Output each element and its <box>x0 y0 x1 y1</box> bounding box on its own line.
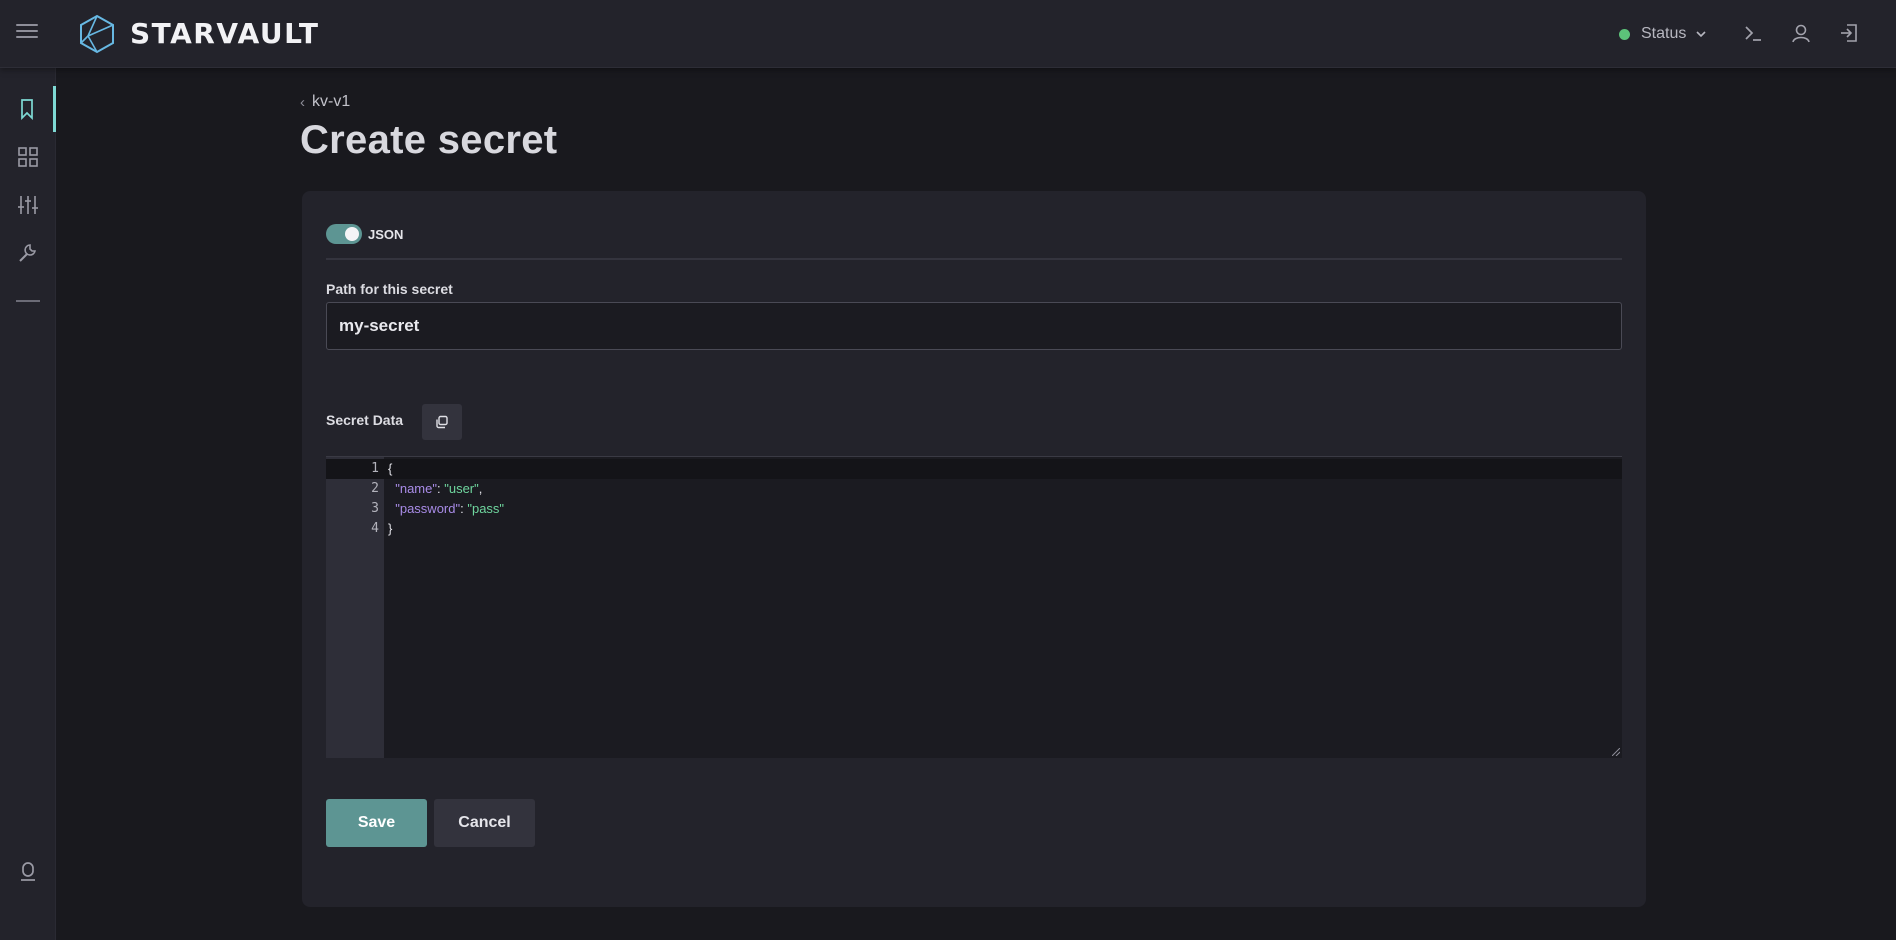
copy-icon <box>436 415 448 429</box>
editor-line: 3 "password": "pass" <box>326 499 1622 519</box>
line-code: } <box>388 521 393 536</box>
sign-out-icon[interactable] <box>1838 22 1860 44</box>
path-input[interactable] <box>326 302 1622 350</box>
breadcrumb-link[interactable]: kv-v1 <box>312 93 350 111</box>
editor-line: 1 { <box>326 459 1622 479</box>
user-icon[interactable] <box>1790 22 1812 44</box>
json-toggle-label: JSON <box>368 226 404 242</box>
cancel-button[interactable]: Cancel <box>434 799 535 847</box>
starvault-logo-icon[interactable] <box>78 14 116 54</box>
chevron-left-icon: ‹ <box>300 93 305 111</box>
bookmark-icon <box>20 99 33 120</box>
toggle-knob <box>345 227 359 241</box>
secret-data-label: Secret Data <box>326 412 404 428</box>
json-comma: , <box>478 481 483 496</box>
line-number: 4 <box>371 521 379 536</box>
menu-icon[interactable] <box>16 24 38 42</box>
status-indicator <box>1619 28 1630 40</box>
line-number: 3 <box>371 501 379 516</box>
json-toggle[interactable] <box>326 224 362 244</box>
page-title: Create secret <box>300 118 558 162</box>
editor-line: 2 "name": "user", <box>326 479 1622 499</box>
breadcrumb[interactable]: ‹ kv-v1 <box>300 92 350 112</box>
json-key: "name" <box>395 481 437 496</box>
sidebar-item-secrets[interactable] <box>0 86 56 132</box>
json-toggle-row: JSON <box>326 223 403 245</box>
form-divider <box>326 258 1622 260</box>
line-code: "password": "pass" <box>388 499 504 519</box>
brand-name: STARVAULT <box>130 17 320 50</box>
line-code: "name": "user", <box>388 479 482 499</box>
line-number: 2 <box>371 481 379 496</box>
sliders-icon <box>18 196 38 214</box>
resize-handle-icon[interactable] <box>1612 748 1620 756</box>
sidebar-item-dashboard[interactable] <box>0 134 56 180</box>
chevron-down-icon <box>1696 31 1706 38</box>
status-dropdown[interactable]: Status <box>1619 22 1707 46</box>
sidebar-item-settings[interactable] <box>0 182 56 228</box>
sidebar-divider <box>16 300 40 302</box>
sidebar <box>0 68 56 940</box>
json-key: "password" <box>395 501 461 516</box>
json-value: "pass" <box>467 501 505 516</box>
support-icon[interactable] <box>19 861 37 883</box>
line-code: { <box>388 461 393 476</box>
create-secret-form: JSON Path for this secret Secret Data 1 … <box>302 191 1646 907</box>
secret-data-editor[interactable]: 1 { 2 "name": "user", 3 "password": "pas… <box>326 456 1622 758</box>
copy-button[interactable] <box>422 404 462 440</box>
sidebar-item-tools[interactable] <box>0 230 56 276</box>
editor-line: 4 } <box>326 519 1622 539</box>
grid-icon <box>18 147 38 167</box>
status-label: Status <box>1641 25 1687 42</box>
line-number: 1 <box>371 461 379 476</box>
terminal-icon[interactable] <box>1742 22 1764 44</box>
json-value: "user" <box>444 481 479 496</box>
save-button[interactable]: Save <box>326 799 427 847</box>
top-bar: STARVAULT Status <box>0 0 1896 68</box>
wrench-icon <box>19 244 36 262</box>
path-label: Path for this secret <box>326 281 453 297</box>
